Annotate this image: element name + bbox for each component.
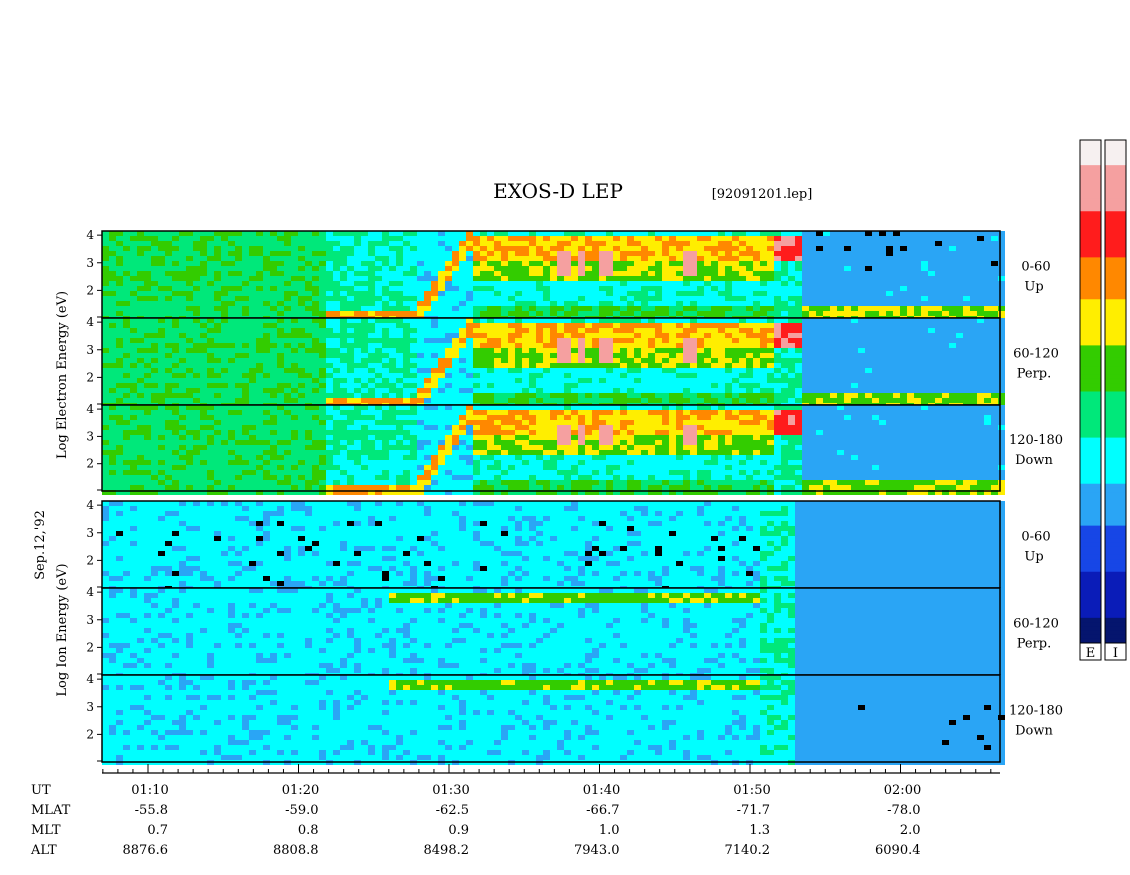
y-tick-label: 3 — [86, 429, 94, 443]
ion-up-panel: 2 3 4 0-60 Up — [86, 498, 1051, 591]
footer-mlat-value: -66.7 — [586, 803, 619, 818]
electron-colorbar: E — [1079, 139, 1102, 661]
footer-ut-value: 01:30 — [432, 783, 469, 798]
footer-row-label: MLT — [31, 823, 61, 838]
y-tick-label: 2 — [86, 283, 94, 297]
y-tick-label: 4 — [86, 228, 94, 242]
footer-ut-value: 01:20 — [282, 783, 319, 798]
footer-mlt-value: 1.0 — [599, 823, 620, 838]
y-tick-label: 2 — [86, 457, 94, 471]
footer-alt-value: 8808.8 — [273, 843, 319, 858]
footer-mlat-value: -62.5 — [436, 803, 469, 818]
ion-spectrogram-block: 2 3 4 0-60 Up 2 3 4 60-120 Perp. 2 3 4 120-180 Down — [86, 498, 1063, 765]
y-tick-label: 2 — [86, 640, 94, 654]
y-tick-label: 3 — [86, 613, 94, 627]
y-tick-label: 4 — [86, 315, 94, 329]
direction-label: Up — [1024, 550, 1043, 565]
footer-row-label: MLAT — [31, 803, 71, 818]
footer-mlat-value: -78.0 — [887, 803, 920, 818]
pitch-angle-label: 60-120 — [1013, 347, 1059, 362]
pitch-angle-label: 120-180 — [1009, 433, 1063, 448]
y-tick-label: 3 — [86, 526, 94, 540]
footer-alt-value: 8498.2 — [424, 843, 470, 858]
electron-up-panel: 2 3 4 0-60 Up — [86, 228, 1051, 321]
footer-mlt-value: 0.9 — [448, 823, 469, 838]
footer-alt-value: 8876.6 — [123, 843, 169, 858]
footer-alt-value: 7943.0 — [574, 843, 620, 858]
y-tick-label: 2 — [86, 553, 94, 567]
pitch-angle-label: 0-60 — [1021, 530, 1050, 545]
direction-label: Down — [1015, 724, 1053, 739]
y-axis-label: Log Electron Energy (eV) — [55, 291, 70, 459]
footer-mlt-value: 1.3 — [749, 823, 770, 838]
direction-label: Perp. — [1017, 637, 1052, 652]
colorbars: EI — [1079, 139, 1127, 661]
y-tick-label: 3 — [86, 256, 94, 270]
colorbar-label: I — [1113, 646, 1118, 661]
colorbar-label: E — [1086, 646, 1096, 661]
footer-mlt-value: 0.8 — [298, 823, 319, 838]
time-axis — [102, 764, 1000, 774]
y-axis-label: Log Ion Energy (eV) — [55, 563, 70, 696]
electron-down-panel: 2 3 4 120-180 Down — [86, 402, 1063, 495]
electron-spectrogram-block: 2 3 4 0-60 Up 2 3 4 60-120 Perp. 2 3 4 120-180 Down — [86, 228, 1063, 495]
date-label: Sep.12,'92 — [33, 510, 48, 580]
footer-row-label: ALT — [30, 843, 57, 858]
pitch-angle-label: 0-60 — [1021, 260, 1050, 275]
electron-ylabel: Log Electron Energy (eV) — [55, 291, 70, 459]
footer-mlt-value: 0.7 — [147, 823, 168, 838]
y-tick-label: 4 — [86, 402, 94, 416]
footer-alt-value: 6090.4 — [875, 843, 921, 858]
y-tick-label: 2 — [86, 370, 94, 384]
footer-alt-value: 7140.2 — [725, 843, 771, 858]
footer-mlat-value: -71.7 — [737, 803, 770, 818]
direction-label: Up — [1024, 280, 1043, 295]
pitch-angle-label: 120-180 — [1009, 704, 1063, 719]
axis-labels: Sep.12,'92 Log Electron Energy (eV) Log … — [33, 291, 70, 697]
footer-row-label: UT — [31, 783, 51, 798]
y-tick-label: 4 — [86, 585, 94, 599]
footer-ut-value: 01:40 — [583, 783, 620, 798]
y-tick-label: 3 — [86, 700, 94, 714]
file-label: [92091201.lep] — [712, 187, 813, 202]
ion-colorbar: I — [1104, 139, 1127, 661]
footer-ut-value: 01:10 — [131, 783, 168, 798]
ion-ylabel: Log Ion Energy (eV) — [55, 563, 70, 696]
direction-label: Down — [1015, 453, 1053, 468]
footer-mlat-value: -55.8 — [135, 803, 168, 818]
footer-ut-value: 01:50 — [733, 783, 770, 798]
spectrogram-figure: EXOS-D LEP [92091201.lep] 2 3 4 0-60 Up 2 3 4 60… — [30, 139, 1127, 858]
y-tick-label: 2 — [86, 727, 94, 741]
ion-perp-panel: 2 3 4 60-120 Perp. — [86, 585, 1059, 678]
pitch-angle-label: 60-120 — [1013, 617, 1059, 632]
footer-ut-value: 02:00 — [884, 783, 921, 798]
footer-mlat-value: -59.0 — [285, 803, 318, 818]
ion-down-panel: 2 3 4 120-180 Down — [86, 672, 1063, 765]
footer-mlt-value: 2.0 — [900, 823, 921, 838]
direction-label: Perp. — [1017, 367, 1052, 382]
y-tick-label: 4 — [86, 498, 94, 512]
y-tick-label: 3 — [86, 343, 94, 357]
electron-perp-panel: 2 3 4 60-120 Perp. — [86, 315, 1059, 408]
y-tick-label: 4 — [86, 672, 94, 686]
orbit-footer: UT MLAT MLT ALT 01:10 -55.8 0.7 8876.6 01:20 -59.… — [30, 783, 921, 858]
chart-title: EXOS-D LEP — [493, 179, 623, 203]
